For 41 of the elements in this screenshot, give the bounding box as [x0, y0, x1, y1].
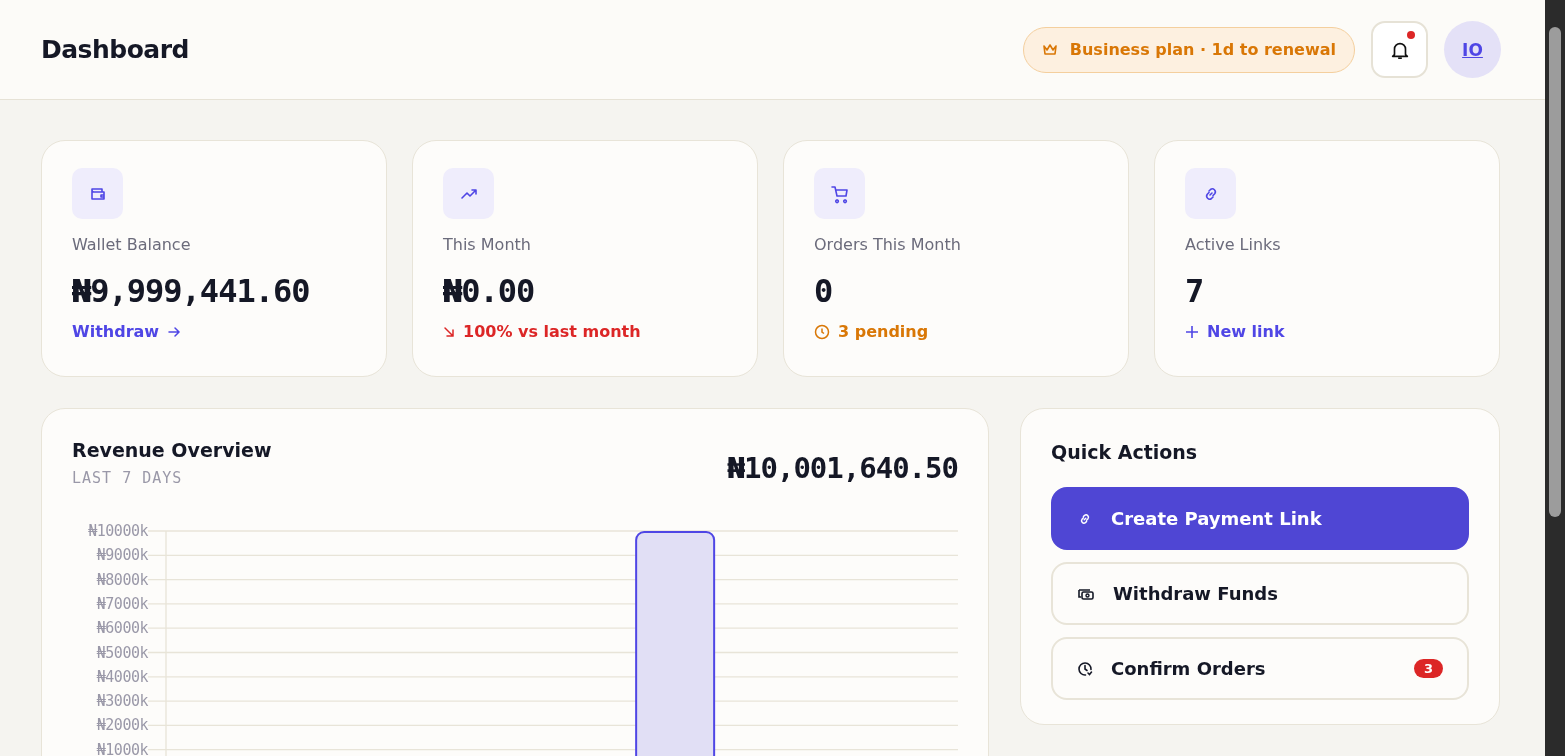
revenue-total: ₦10,001,640.50 — [727, 451, 958, 485]
y-tick-label: ₦1000k — [96, 740, 148, 756]
clock-icon — [814, 323, 830, 340]
clock-icon — [1077, 660, 1093, 677]
crown-icon — [1041, 42, 1058, 57]
y-tick-label: ₦3000k — [96, 692, 148, 711]
pending-indicator: 3 pending — [814, 322, 929, 341]
card-title: Revenue Overview — [72, 439, 272, 461]
quick-action-button[interactable]: Create Payment Link — [1051, 487, 1469, 550]
count-badge: 3 — [1413, 659, 1443, 678]
new-link-link[interactable]: New link — [1185, 322, 1285, 341]
stat-label: Active Links — [1185, 235, 1282, 254]
y-tick-label: ₦9000k — [96, 546, 148, 565]
y-tick-label: ₦6000k — [96, 619, 148, 638]
arrow-down-right-icon — [443, 325, 455, 338]
quick-action-button[interactable]: Withdraw Funds — [1051, 562, 1469, 625]
y-tick-label: ₦8000k — [96, 570, 148, 589]
y-tick-label: ₦7000k — [96, 594, 148, 613]
y-tick-label: ₦2000k — [96, 716, 148, 735]
change-indicator: 100% vs last month — [443, 322, 641, 341]
stat-value: ₦0.00 — [443, 272, 536, 310]
plus-icon — [1185, 324, 1199, 339]
y-tick-label: ₦10000k — [88, 522, 148, 540]
user-avatar[interactable]: IO — [1444, 21, 1501, 78]
notifications-button[interactable] — [1371, 21, 1428, 78]
card-title: Quick Actions — [1051, 441, 1199, 463]
cart-icon — [829, 183, 850, 204]
stat-value: ₦9,999,441.60 — [72, 272, 311, 310]
stat-value: 7 — [1185, 272, 1205, 310]
arrow-right-icon — [167, 324, 182, 339]
page-title: Dashboard — [41, 35, 189, 64]
y-tick-label: ₦4000k — [96, 667, 148, 686]
stat-label: Orders This Month — [814, 235, 962, 254]
card-subtitle: LAST 7 DAYS — [72, 469, 184, 487]
stat-value: 0 — [814, 272, 834, 310]
stat-label: This Month — [443, 235, 532, 254]
scrollbar[interactable] — [1545, 0, 1565, 756]
stat-label: Wallet Balance — [72, 235, 192, 254]
y-tick-label: ₦5000k — [96, 643, 148, 662]
quick-action-button[interactable]: Confirm Orders 3 — [1051, 637, 1469, 700]
withdraw-link[interactable]: Withdraw — [72, 322, 182, 341]
